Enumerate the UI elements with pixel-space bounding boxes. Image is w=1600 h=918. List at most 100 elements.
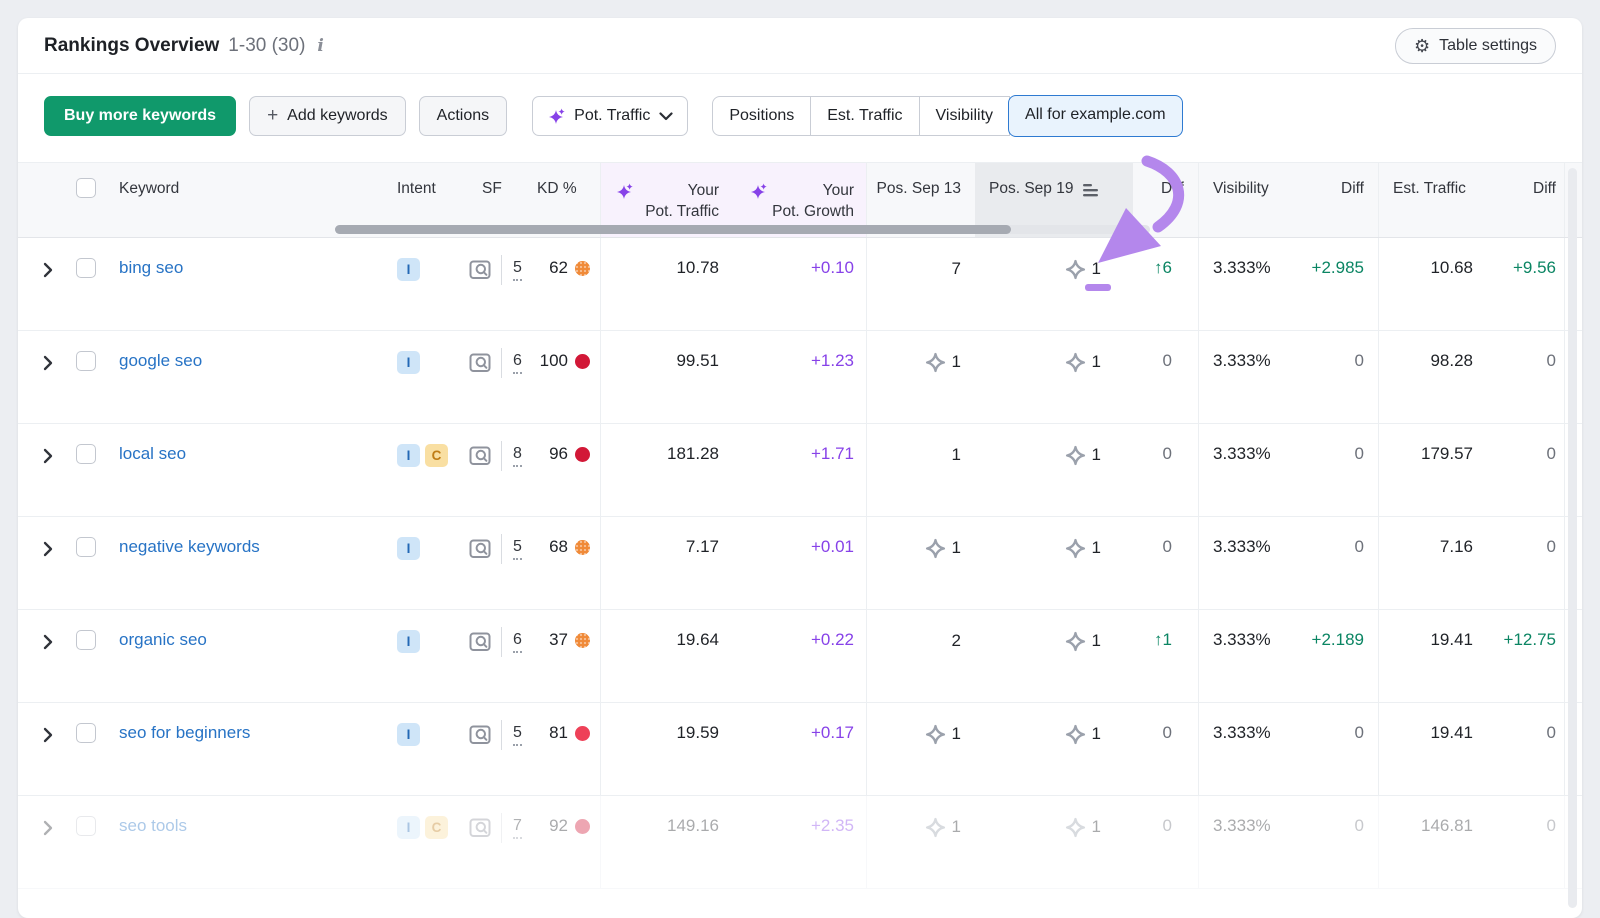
keyword-link[interactable]: seo for beginners	[119, 723, 250, 743]
table-row: local seo IC 8 96 181.28 +1.71 1 1 0 3.3…	[18, 424, 1582, 517]
visibility-diff-value: 0	[1299, 703, 1379, 795]
pos-sep13-value: 7	[952, 259, 961, 279]
row-checkbox[interactable]	[76, 351, 96, 371]
sparkle-icon	[615, 183, 633, 200]
kd-difficulty-dot	[575, 447, 590, 462]
table-row: organic seo I 6 37 19.64 +0.22 2 1 ↑1 3.…	[18, 610, 1582, 703]
vertical-scrollbar[interactable]	[1568, 168, 1577, 908]
row-checkbox[interactable]	[76, 816, 96, 836]
serp-features-icon[interactable]	[469, 817, 492, 838]
divider	[501, 720, 502, 750]
chevron-right-icon	[40, 633, 56, 651]
serp-position-icon	[925, 352, 946, 373]
kd-difficulty-dot	[575, 726, 590, 741]
actions-button[interactable]: Actions	[419, 96, 507, 136]
expand-row-button[interactable]	[18, 331, 58, 423]
sf-count[interactable]: 5	[513, 259, 522, 281]
sf-count[interactable]: 6	[513, 352, 522, 374]
serp-features-icon[interactable]	[469, 445, 492, 466]
kd-difficulty-dot	[575, 354, 590, 369]
est-traffic-value: 10.68	[1379, 238, 1483, 330]
info-icon[interactable]: i	[317, 36, 323, 56]
row-checkbox[interactable]	[76, 444, 96, 464]
serp-features-icon[interactable]	[469, 538, 492, 559]
buy-more-keywords-button[interactable]: Buy more keywords	[44, 96, 236, 136]
column-header-visibility[interactable]: Visibility	[1199, 163, 1299, 237]
intent-badge-commercial: C	[425, 816, 448, 839]
page-title: Rankings Overview	[44, 35, 219, 57]
sf-count[interactable]: 6	[513, 631, 522, 653]
keyword-link[interactable]: seo tools	[119, 816, 187, 836]
view-tab-all-for-domain[interactable]: All for example.com	[1008, 95, 1183, 137]
pot-growth-value: +0.22	[735, 610, 867, 702]
visibility-diff-value: 0	[1299, 331, 1379, 423]
intent-badges: I	[397, 238, 469, 330]
column-header-est-traffic[interactable]: Est. Traffic	[1379, 163, 1483, 237]
row-checkbox[interactable]	[76, 258, 96, 278]
chevron-right-icon	[40, 726, 56, 744]
sort-icon	[1083, 184, 1100, 198]
column-header-diff-vis[interactable]: Diff	[1299, 163, 1379, 237]
chevron-right-icon	[40, 540, 56, 558]
card-header: Rankings Overview 1-30 (30) i ⚙ Table se…	[18, 18, 1582, 74]
serp-position-icon	[925, 538, 946, 559]
row-checkbox[interactable]	[76, 723, 96, 743]
expand-row-button[interactable]	[18, 610, 58, 702]
est-traffic-diff-value: 0	[1483, 796, 1565, 888]
serp-features-icon[interactable]	[469, 631, 492, 652]
pos-sep13-value: 1	[952, 445, 961, 465]
expand-row-button[interactable]	[18, 517, 58, 609]
column-header-diff-est[interactable]: Diff	[1483, 163, 1565, 237]
sf-count[interactable]: 7	[513, 817, 522, 839]
keyword-link[interactable]: negative keywords	[119, 537, 260, 557]
expand-row-button[interactable]	[18, 238, 58, 330]
pos-diff-value: 0	[1133, 703, 1199, 795]
keyword-link[interactable]: organic seo	[119, 630, 207, 650]
table-header-row: Keyword Intent SF KD % YourPot. Traffic …	[18, 162, 1582, 238]
table-row: google seo I 6 100 99.51 +1.23 1 1 0 3.3…	[18, 331, 1582, 424]
gear-icon: ⚙	[1414, 37, 1430, 55]
chevron-down-icon	[659, 112, 673, 121]
kd-value: 100	[540, 351, 568, 371]
serp-position-icon	[1065, 631, 1086, 652]
keyword-link[interactable]: local seo	[119, 444, 186, 464]
serp-features-icon[interactable]	[469, 259, 492, 280]
expand-row-button[interactable]	[18, 424, 58, 516]
horizontal-scrollbar	[335, 225, 1150, 234]
table-row: seo for beginners I 5 81 19.59 +0.17 1 1…	[18, 703, 1582, 796]
select-all-checkbox[interactable]	[76, 178, 96, 198]
serp-features-icon[interactable]	[469, 352, 492, 373]
view-tab-positions[interactable]: Positions	[712, 96, 811, 136]
pos-diff-value: 0	[1133, 424, 1199, 516]
row-checkbox[interactable]	[76, 630, 96, 650]
pot-growth-value: +0.17	[735, 703, 867, 795]
pot-traffic-value: 10.78	[601, 238, 735, 330]
intent-badges: IC	[397, 796, 469, 888]
add-keywords-button[interactable]: + Add keywords	[249, 96, 406, 136]
row-checkbox[interactable]	[76, 537, 96, 557]
metric-dropdown[interactable]: Pot. Traffic	[532, 96, 688, 136]
view-tab-est-traffic[interactable]: Est. Traffic	[810, 96, 919, 136]
intent-badges: I	[397, 703, 469, 795]
keyword-link[interactable]: bing seo	[119, 258, 183, 278]
pos-diff-value: 0	[1133, 517, 1199, 609]
horizontal-scrollbar-thumb[interactable]	[335, 225, 1011, 234]
intent-badge-informational: I	[397, 537, 420, 560]
pos-sep19-value: 1	[1092, 631, 1101, 651]
visibility-value: 3.333%	[1199, 610, 1299, 702]
expand-row-button[interactable]	[18, 703, 58, 795]
expand-row-button[interactable]	[18, 796, 58, 888]
keyword-link[interactable]: google seo	[119, 351, 202, 371]
pot-growth-value: +1.23	[735, 331, 867, 423]
visibility-diff-value: +2.985	[1299, 238, 1379, 330]
view-tab-visibility[interactable]: Visibility	[919, 96, 1011, 136]
table-settings-button[interactable]: ⚙ Table settings	[1395, 28, 1556, 64]
sf-count[interactable]: 5	[513, 724, 522, 746]
serp-features-icon[interactable]	[469, 724, 492, 745]
pos-sep19-value: 1	[1092, 724, 1101, 744]
serp-position-icon	[1065, 817, 1086, 838]
sf-count[interactable]: 5	[513, 538, 522, 560]
intent-badges: I	[397, 517, 469, 609]
visibility-diff-value: +2.189	[1299, 610, 1379, 702]
sf-count[interactable]: 8	[513, 445, 522, 467]
